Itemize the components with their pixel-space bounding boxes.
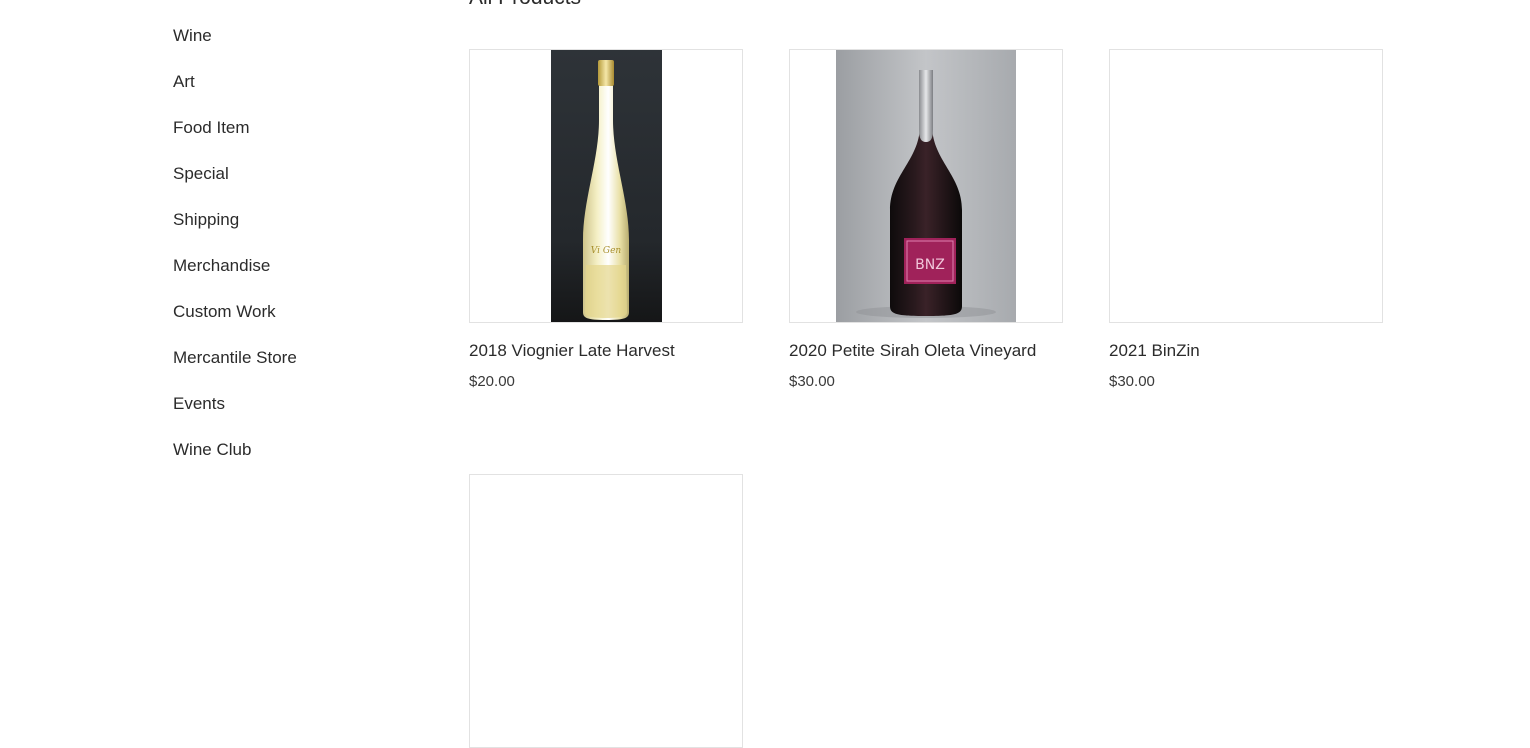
wine-bottle-image: BNZ [836, 50, 1016, 322]
product-price: $30.00 [789, 373, 835, 390]
wine-bottle-image: Vi Gen [550, 50, 662, 322]
category-shipping[interactable]: Shipping [173, 208, 297, 254]
product-card[interactable]: 2021 BinZin $30.00 [1109, 49, 1383, 392]
svg-text:BNZ: BNZ [915, 257, 945, 273]
category-wine-club[interactable]: Wine Club [173, 438, 297, 484]
product-image-placeholder[interactable] [469, 474, 743, 748]
category-custom-work[interactable]: Custom Work [173, 300, 297, 346]
product-price: $20.00 [469, 373, 515, 390]
category-nav: Wine Art Food Item Special Shipping Merc… [173, 24, 297, 484]
category-special[interactable]: Special [173, 162, 297, 208]
product-image-placeholder[interactable] [1109, 49, 1383, 323]
product-card[interactable] [469, 474, 743, 748]
category-art[interactable]: Art [173, 70, 297, 116]
product-price: $30.00 [1109, 373, 1155, 390]
product-name[interactable]: 2020 Petite Sirah Oleta Vineyard [789, 340, 1063, 362]
svg-text:Vi Gen: Vi Gen [590, 246, 621, 256]
category-food-item[interactable]: Food Item [173, 116, 297, 162]
category-mercantile-store[interactable]: Mercantile Store [173, 346, 297, 392]
page-title: All Products [469, 0, 581, 10]
product-name[interactable]: 2018 Viognier Late Harvest [469, 340, 743, 362]
product-image-link[interactable]: Vi Gen [469, 49, 743, 323]
product-image-link[interactable]: BNZ [789, 49, 1063, 323]
category-wine[interactable]: Wine [173, 24, 297, 70]
product-name[interactable]: 2021 BinZin [1109, 340, 1383, 362]
category-events[interactable]: Events [173, 392, 297, 438]
product-card[interactable]: Vi Gen 2018 Viognier Late Harvest $20.00 [469, 49, 743, 392]
product-card[interactable]: BNZ 2020 Petite Sirah Oleta Vineyard $30… [789, 49, 1063, 392]
category-merchandise[interactable]: Merchandise [173, 254, 297, 300]
